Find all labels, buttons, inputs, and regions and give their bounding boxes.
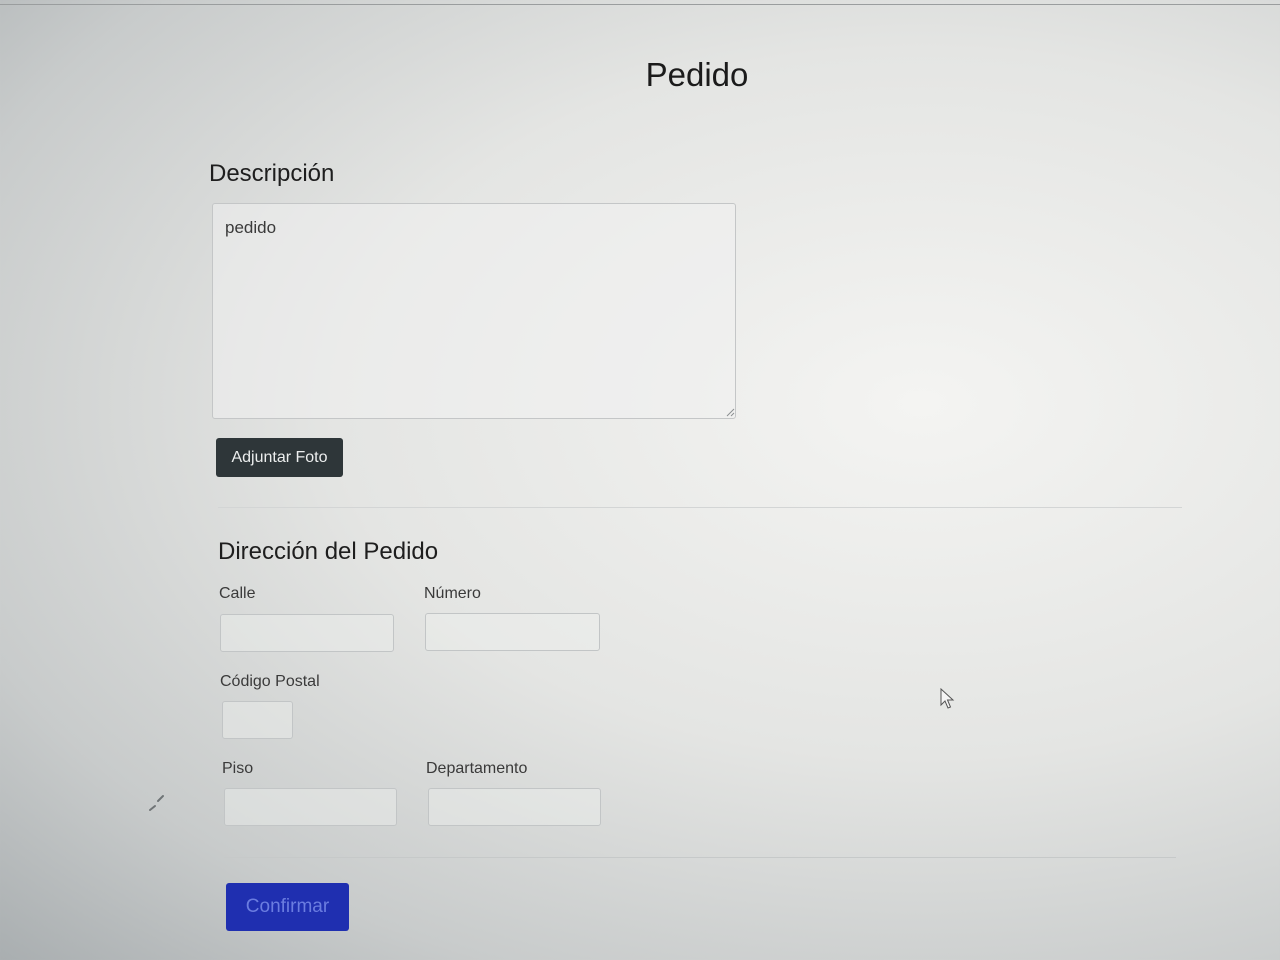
mouse-pointer-icon [940,688,955,709]
confirm-button[interactable]: Confirmar [226,883,349,931]
section-divider [218,507,1182,508]
page-title: Pedido [645,56,749,93]
top-divider [0,4,1280,5]
resize-grip-icon[interactable] [725,407,735,417]
number-label: Número [424,585,481,602]
screen-smudge-icon [149,795,164,811]
apartment-label: Departamento [426,760,528,777]
address-heading: Dirección del Pedido [218,538,439,565]
description-heading: Descripción [209,160,335,187]
number-input[interactable] [425,613,600,651]
street-label: Calle [219,585,256,602]
floor-label: Piso [222,760,254,777]
attach-photo-button[interactable]: Adjuntar Foto [216,438,343,477]
postal-code-label: Código Postal [220,673,320,690]
apartment-input[interactable] [428,788,601,826]
actions-divider [224,857,1176,858]
description-textarea[interactable]: pedido [212,203,736,419]
postal-code-input[interactable] [222,701,293,739]
floor-input[interactable] [224,788,397,826]
street-input[interactable] [220,614,394,652]
